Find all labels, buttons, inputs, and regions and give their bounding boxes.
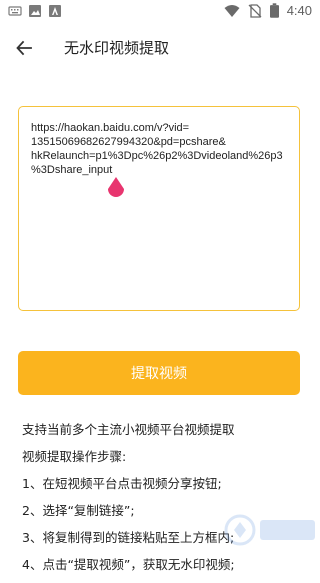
arrow-back-icon [16, 40, 32, 56]
instruction-line: 视频提取操作步骤: [22, 449, 127, 464]
instruction-line: 1、在短视频平台点击视频分享按钮; [22, 476, 222, 491]
instruction-line: 支持当前多个主流小视频平台视频提取 [22, 422, 235, 437]
url-input[interactable]: https://haokan.baidu.com/v?vid= 13515069… [18, 106, 300, 311]
keyboard-icon [8, 6, 22, 16]
status-right-icons: 4:40 [224, 3, 312, 18]
text-cursor-handle-icon[interactable] [107, 177, 125, 199]
instruction-line: 4、点击“提取视频”，获取无水印视频; [22, 557, 235, 572]
status-left-icons [8, 4, 62, 18]
clock: 4:40 [286, 3, 312, 18]
extract-video-button-label: 提取视频 [131, 366, 187, 382]
app-bar: 无水印视频提取 [0, 24, 320, 70]
watermark-logo [224, 514, 315, 546]
wifi-icon [224, 4, 240, 17]
no-sim-icon [248, 3, 262, 18]
battery-icon [269, 3, 279, 18]
url-input-value[interactable]: https://haokan.baidu.com/v?vid= 13515069… [31, 121, 287, 177]
instructions: 支持当前多个主流小视频平台视频提取 视频提取操作步骤: 1、在短视频平台点击视频… [22, 421, 312, 583]
image-icon [29, 5, 41, 17]
status-bar: 4:40 [0, 0, 320, 24]
font-icon [49, 5, 61, 17]
extract-video-button[interactable]: 提取视频 [18, 351, 300, 395]
back-button[interactable] [10, 34, 38, 62]
page-title: 无水印视频提取 [64, 39, 170, 57]
